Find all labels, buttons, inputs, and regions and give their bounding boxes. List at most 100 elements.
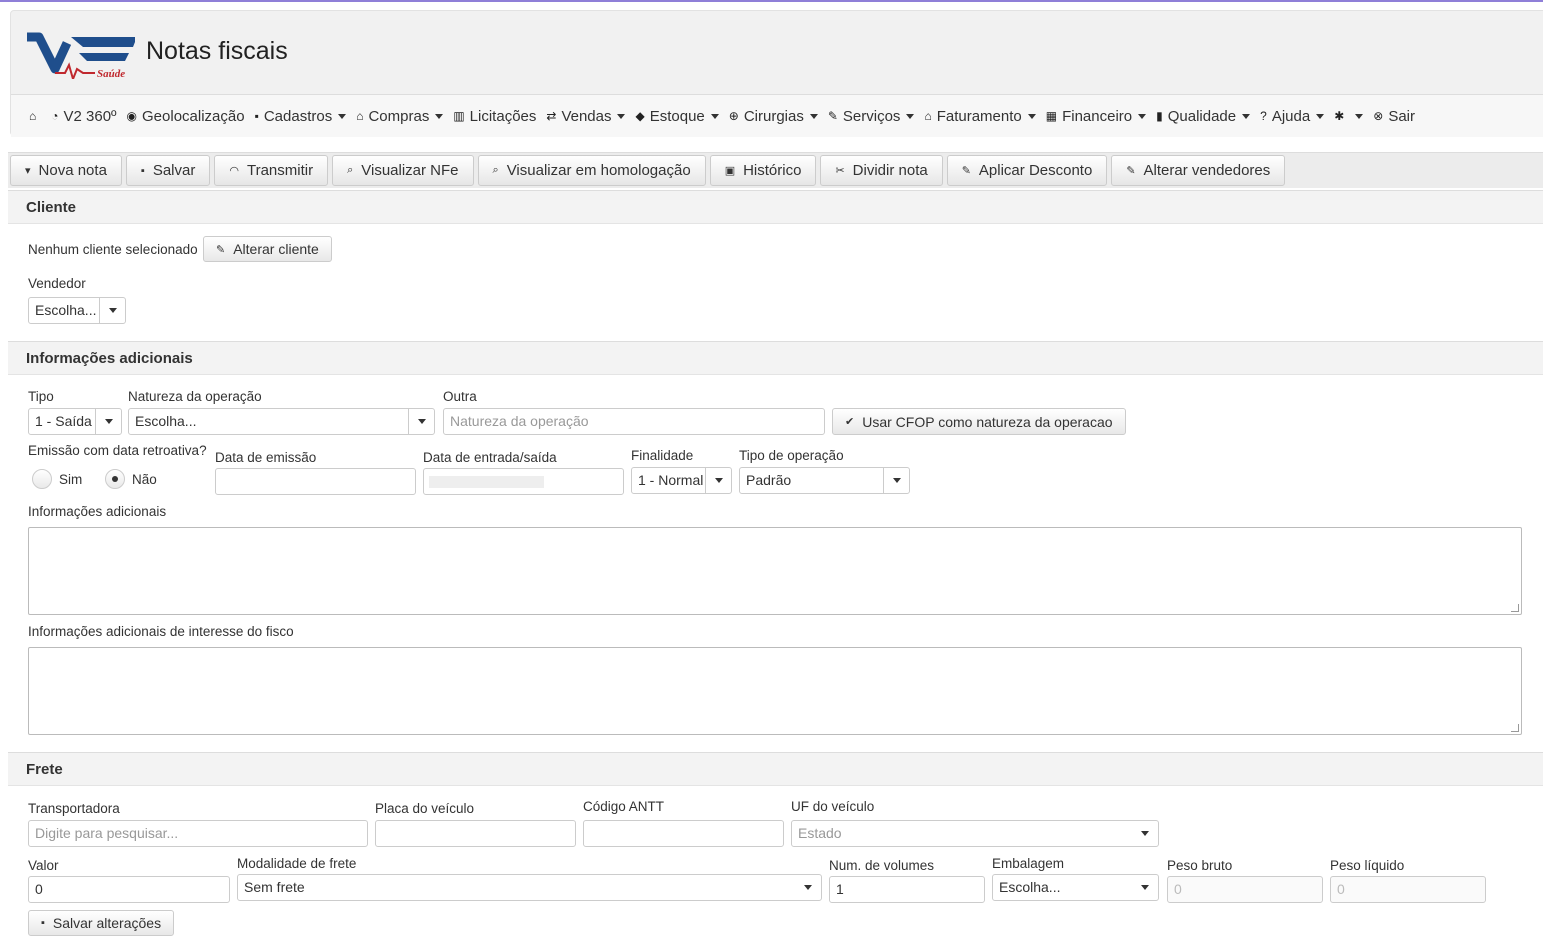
plus-circle-icon: ⊕ xyxy=(728,109,739,123)
info-fisco-textarea[interactable] xyxy=(28,647,1522,735)
data-entrada-input[interactable] xyxy=(423,468,624,495)
info-section: Informações adicionais Tipo 1 - Saída Na… xyxy=(8,341,1543,749)
finalidade-select[interactable]: 1 - Normal xyxy=(631,467,732,494)
tipo-label: Tipo xyxy=(28,389,54,404)
nav-item-financeiro[interactable]: ▦ Financeiro xyxy=(1046,108,1147,125)
toolbar-button-label: Visualizar NFe xyxy=(361,162,459,179)
transportadora-input[interactable]: Digite para pesquisar... xyxy=(28,820,368,847)
vendedor-value: Escolha... xyxy=(35,302,97,318)
visualizar-homologacao-button[interactable]: ⌕ Visualizar em homologação xyxy=(477,155,706,186)
resize-handle-icon[interactable] xyxy=(1511,724,1519,732)
sim-radio[interactable] xyxy=(32,469,52,489)
nav-item-cadastros[interactable]: ▪ Cadastros xyxy=(255,108,347,125)
peso-bruto-input[interactable]: 0 xyxy=(1167,876,1323,903)
main-navbar: ⌂ ◔ V2 360º ◉ Geolocalização ▪ Cadastros ⌂ Compr… xyxy=(11,94,1543,137)
natureza-value: Escolha... xyxy=(135,413,197,429)
chevron-down-icon xyxy=(809,113,818,119)
modalidade-select[interactable]: Sem frete xyxy=(237,874,822,901)
historico-button[interactable]: ▣ Histórico xyxy=(709,155,817,186)
nav-item-faturamento[interactable]: ⌂ Faturamento xyxy=(924,108,1036,125)
nav-item-vendas[interactable]: ⇄ Vendas xyxy=(546,108,626,125)
save-icon: ▪ xyxy=(41,917,45,929)
nao-label: Não xyxy=(132,472,157,487)
antt-label: Código ANTT xyxy=(583,799,665,814)
nav-label: Serviços xyxy=(842,107,901,125)
alterar-vendedores-button[interactable]: ✎ Alterar vendedores xyxy=(1111,155,1286,186)
nao-radio[interactable] xyxy=(105,469,125,489)
nav-label: Cadastros xyxy=(263,107,333,125)
chevron-down-icon xyxy=(710,113,719,119)
no-client-text: Nenhum cliente selecionado xyxy=(28,242,198,257)
outra-natureza-input[interactable]: Natureza da operação xyxy=(443,408,825,435)
salvar-alteracoes-button[interactable]: ▪ Salvar alterações xyxy=(28,910,175,936)
visualizar-nfe-button[interactable]: ⌕ Visualizar NFe xyxy=(332,155,474,186)
chevron-down-icon xyxy=(1132,821,1158,846)
nav-item-sair[interactable]: ⊗ Sair xyxy=(1373,108,1415,125)
nav-label: Ajuda xyxy=(1271,107,1311,125)
calendar-icon: ▣ xyxy=(724,165,736,177)
valor-input[interactable]: 0 xyxy=(28,876,230,903)
dividir-nota-button[interactable]: ✂ Dividir nota xyxy=(820,155,943,186)
natureza-label: Natureza da operação xyxy=(128,389,262,404)
pencil-icon: ✎ xyxy=(961,165,971,177)
logo-subtitle: Saúde xyxy=(97,68,125,79)
nav-item-ajuda[interactable]: ? Ajuda xyxy=(1260,107,1325,125)
toolbar-button-label: Nova nota xyxy=(38,162,107,179)
info-fisco-label: Informações adicionais de interesse do f… xyxy=(28,624,294,639)
toolbar-button-label: Aplicar Desconto xyxy=(978,162,1093,179)
volumes-input[interactable]: 1 xyxy=(829,876,985,903)
embalagem-select[interactable]: Escolha... xyxy=(992,874,1159,901)
frete-section: Frete Transportadora Digite para pesquis… xyxy=(8,752,1543,942)
pencil-icon: ✎ xyxy=(216,243,226,256)
salvar-button[interactable]: ▪ Salvar xyxy=(125,155,211,186)
nav-item-qualidade[interactable]: ▮ Qualidade xyxy=(1156,108,1251,125)
chevron-down-icon xyxy=(408,409,434,434)
save-icon: ▪ xyxy=(254,109,259,123)
placa-input[interactable] xyxy=(375,820,576,847)
aplicar-desconto-button[interactable]: ✎ Aplicar Desconto xyxy=(946,155,1108,186)
info-adicionais-textarea[interactable] xyxy=(28,527,1522,615)
nav-item-licita-es[interactable]: ▥ Licitações xyxy=(453,108,536,125)
usar-cfop-button[interactable]: ✔ Usar CFOP como natureza da operacao xyxy=(832,408,1126,435)
transportadora-label: Transportadora xyxy=(28,801,120,816)
natureza-select[interactable]: Escolha... xyxy=(128,408,435,435)
chevron-down-icon xyxy=(705,468,731,493)
vendedor-select[interactable]: Escolha... xyxy=(28,297,126,324)
toolbar-button-label: Dividir nota xyxy=(852,162,928,179)
nav-item-servi-os[interactable]: ✎ Serviços xyxy=(828,108,915,125)
nav-item-cirurgias[interactable]: ⊕ Cirurgias xyxy=(729,108,818,125)
tipo-operacao-select[interactable]: Padrão xyxy=(739,467,910,494)
v2-saude-logo[interactable]: Saúde xyxy=(25,29,135,79)
nav-item-geolocaliza-o[interactable]: ◉ Geolocalização xyxy=(127,108,245,125)
caret-down-icon: ▾ xyxy=(25,165,31,177)
finalidade-value: 1 - Normal xyxy=(638,472,704,488)
page-title: Notas fiscais xyxy=(146,37,288,65)
nova-nota-button[interactable]: ▾ Nova nota xyxy=(10,155,122,186)
data-emissao-label: Data de emissão xyxy=(215,450,317,465)
cliente-heading: Cliente xyxy=(8,191,1543,224)
nav-item-home[interactable]: ⌂ xyxy=(29,109,41,123)
vendedor-label: Vendedor xyxy=(28,276,86,291)
alterar-cliente-label: Alterar cliente xyxy=(233,241,319,257)
antt-input[interactable] xyxy=(583,820,784,847)
data-entrada-label: Data de entrada/saída xyxy=(423,450,557,465)
top-accent-line xyxy=(0,0,1543,2)
nav-item-v2-360-[interactable]: ◔ V2 360º xyxy=(51,108,116,125)
nav-item-estoque[interactable]: ◆ Estoque xyxy=(635,108,719,125)
nav-item-gear[interactable]: ✱ xyxy=(1334,109,1364,123)
resize-handle-icon[interactable] xyxy=(1511,604,1519,612)
tipo-select[interactable]: 1 - Saída xyxy=(28,408,122,435)
transmitir-button[interactable]: ◠ Transmitir xyxy=(214,155,329,186)
toolbar-button-label: Histórico xyxy=(743,162,802,179)
usar-cfop-label: Usar CFOP como natureza da operacao xyxy=(862,413,1113,430)
alterar-cliente-button[interactable]: ✎ Alterar cliente xyxy=(203,236,332,262)
nav-item-compras[interactable]: ⌂ Compras xyxy=(356,108,444,125)
frete-heading: Frete xyxy=(8,753,1543,786)
chevron-down-icon xyxy=(435,113,444,119)
peso-liquido-input[interactable]: 0 xyxy=(1330,876,1486,903)
peso-bruto-label: Peso bruto xyxy=(1167,858,1233,873)
toolbar-button-label: Visualizar em homologação xyxy=(506,162,691,179)
data-emissao-input[interactable] xyxy=(215,468,416,495)
embalagem-label: Embalagem xyxy=(992,856,1065,871)
uf-select[interactable]: Estado xyxy=(791,820,1159,847)
